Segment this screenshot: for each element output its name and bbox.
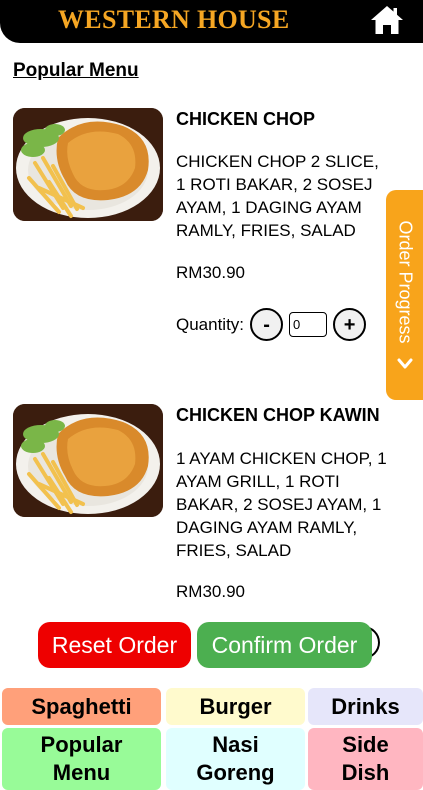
order-progress-label: Order Progress [395, 220, 415, 344]
category-side-dish[interactable]: Side Dish [308, 728, 423, 790]
category-drinks[interactable]: Drinks [308, 688, 423, 725]
order-progress-tab[interactable]: Order Progress [386, 190, 423, 400]
food-image [13, 404, 163, 517]
item-price: RM30.90 [176, 582, 245, 601]
chevron-down-icon [397, 358, 413, 369]
quantity-label: Quantity: [176, 314, 245, 334]
category-popular-menu[interactable]: Popular Menu [2, 728, 161, 790]
category-spaghetti[interactable]: Spaghetti [2, 688, 161, 725]
item-description: CHICKEN CHOP 2 SLICE, 1 ROTI BAKAR, 2 SO… [176, 152, 379, 240]
category-nasi-goreng[interactable]: Nasi Goreng [166, 728, 305, 790]
section-title: Popular Menu [13, 60, 139, 81]
reset-order-button[interactable]: Reset Order [38, 622, 191, 668]
item-name: CHICKEN CHOP KAWIN [176, 405, 380, 425]
confirm-order-button[interactable]: Confirm Order [197, 622, 372, 668]
decrease-quantity-button[interactable]: - [250, 308, 284, 341]
app-title: WESTERN HOUSE [58, 5, 290, 34]
item-price: RM30.90 [176, 263, 245, 282]
item-name: CHICKEN CHOP [176, 109, 316, 129]
home-button[interactable] [368, 2, 406, 38]
quantity-input[interactable] [289, 312, 328, 337]
app-header: WESTERN HOUSE [0, 0, 423, 43]
item-description: 1 AYAM CHICKEN CHOP, 1 AYAM GRILL, 1 ROT… [176, 449, 387, 560]
home-icon [371, 6, 403, 34]
quantity-row: Quantity: - + [176, 308, 367, 341]
increase-quantity-button[interactable]: + [333, 308, 367, 341]
food-image [13, 108, 163, 221]
category-burger[interactable]: Burger [166, 688, 305, 725]
